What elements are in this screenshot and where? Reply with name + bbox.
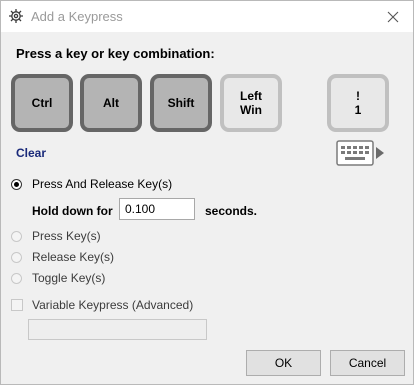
press-radio[interactable] <box>11 230 22 242</box>
ctrl-key-toggle[interactable]: Ctrl <box>11 74 73 132</box>
add-keypress-dialog: Add a Keypress Press a key or key combin… <box>0 0 414 385</box>
release-radio[interactable] <box>11 251 22 263</box>
key-prompt-label: Press a key or key combination: <box>16 46 215 61</box>
window-title: Add a Keypress <box>31 9 123 24</box>
close-icon <box>387 11 399 22</box>
press-and-release-label: Press And Release Key(s) <box>32 177 173 191</box>
alt-key-toggle[interactable]: Alt <box>80 74 142 132</box>
clear-link[interactable]: Clear <box>16 146 46 160</box>
variable-keypress-input[interactable] <box>28 319 207 340</box>
release-label: Release Key(s) <box>32 250 115 264</box>
ok-button[interactable]: OK <box>246 350 321 376</box>
hold-down-input[interactable]: 0.100 <box>119 198 195 220</box>
press-and-release-radio[interactable] <box>11 178 22 190</box>
shift-key-toggle[interactable]: Shift <box>150 74 212 132</box>
press-label: Press Key(s) <box>32 229 101 243</box>
gear-icon <box>9 9 23 23</box>
selected-key-display[interactable]: ! 1 <box>327 74 389 132</box>
variable-keypress-option[interactable]: Variable Keypress (Advanced) <box>11 297 193 313</box>
variable-keypress-checkbox[interactable] <box>11 299 23 311</box>
press-and-release-option[interactable]: Press And Release Key(s) <box>11 176 172 192</box>
toggle-option[interactable]: Toggle Key(s) <box>11 270 105 286</box>
toggle-label: Toggle Key(s) <box>32 271 106 285</box>
hold-down-label: Hold down for <box>32 204 113 218</box>
title-bar: Add a Keypress <box>1 1 413 32</box>
cancel-button[interactable]: Cancel <box>330 350 405 376</box>
close-button[interactable] <box>373 1 413 32</box>
release-option[interactable]: Release Key(s) <box>11 249 114 265</box>
keyboard-icon[interactable] <box>336 140 386 166</box>
press-option[interactable]: Press Key(s) <box>11 228 101 244</box>
left-win-key-toggle[interactable]: Left Win <box>220 74 282 132</box>
toggle-radio[interactable] <box>11 272 22 284</box>
variable-keypress-label: Variable Keypress (Advanced) <box>32 298 194 312</box>
seconds-label: seconds. <box>205 204 258 218</box>
